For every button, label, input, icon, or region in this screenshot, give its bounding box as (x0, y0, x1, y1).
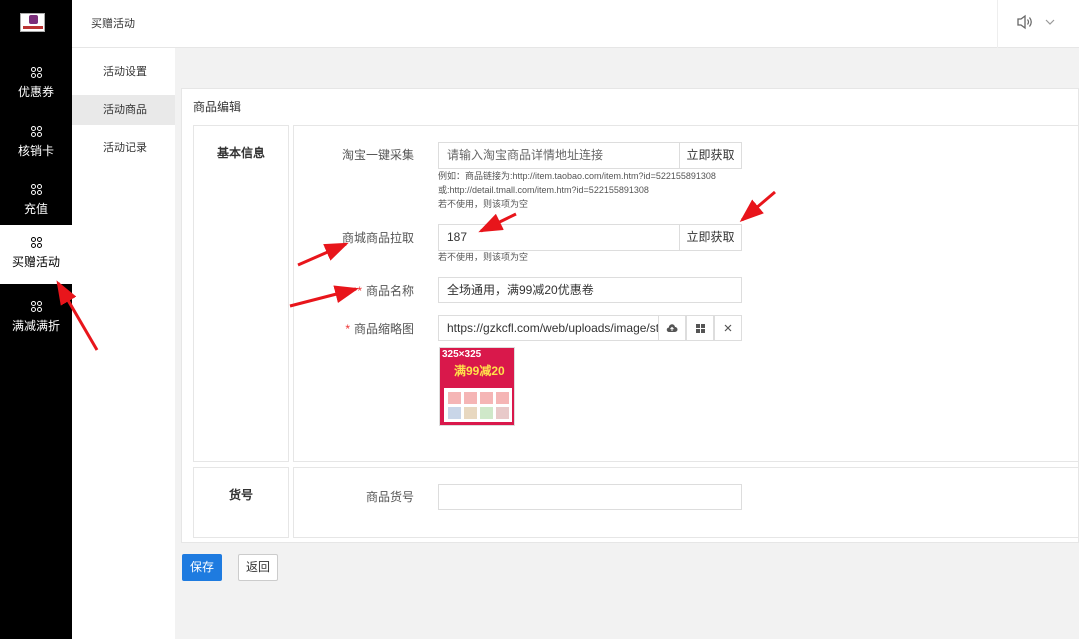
name-label: * 商品名称 (294, 282, 414, 299)
clear-button[interactable] (714, 315, 742, 341)
mall-label: 商城商品拉取 (341, 231, 414, 245)
close-icon (724, 324, 732, 332)
required-mark: * (357, 284, 362, 298)
image-library-button[interactable] (686, 315, 714, 341)
grid-icon (30, 126, 42, 137)
panel-title: 商品编辑 (193, 100, 242, 114)
grid-icon (30, 184, 42, 195)
required-mark: * (345, 322, 350, 336)
logo (20, 13, 45, 32)
back-button[interactable]: 返回 (238, 554, 278, 581)
nav-item-label: 充值 (23, 202, 48, 216)
thumb-url-input[interactable]: https://gzkcfl.com/web/uploads/image/sto (438, 315, 659, 341)
mall-fetch-button[interactable]: 立即获取 (679, 224, 742, 251)
thumb-label-text: 商品缩略图 (353, 322, 414, 336)
taobao-help-3: 若不使用，则该项为空 (438, 199, 529, 209)
sub-menu: 活动设置 活动商品 活动记录 (72, 48, 175, 639)
taobao-label: 淘宝一键采集 (341, 148, 414, 162)
grid-icon (30, 237, 42, 248)
thumb-product-strip (444, 388, 512, 422)
page-title: 买赠活动 (91, 18, 135, 30)
sku-input[interactable] (438, 484, 742, 510)
nav-item-coupon[interactable]: 优惠券 (0, 55, 72, 113)
nav-item-discount[interactable]: 满减满折 (0, 289, 72, 347)
speaker-icon[interactable] (1016, 14, 1034, 30)
main-nav: 优惠券 核销卡 充值 买赠活动 满减满折 (0, 0, 72, 639)
product-name-input[interactable]: 全场通用，满99减20优惠卷 (438, 277, 742, 303)
submenu-item-products[interactable]: 活动商品 (72, 95, 175, 125)
nav-item-gift-activity[interactable]: 买赠活动 (0, 225, 72, 284)
taobao-fetch-button[interactable]: 立即获取 (679, 142, 742, 169)
nav-item-label: 满减满折 (11, 319, 60, 333)
taobao-url-input[interactable]: 请输入淘宝商品详情地址连接 (438, 142, 680, 169)
submenu-item-records[interactable]: 活动记录 (72, 133, 175, 163)
nav-item-label: 核销卡 (17, 144, 54, 158)
top-bar: 买赠活动 (72, 0, 1079, 48)
upload-button[interactable] (658, 315, 686, 341)
grid-icon (695, 324, 705, 333)
chevron-down-icon[interactable] (1045, 17, 1055, 27)
grid-icon (30, 301, 42, 312)
section-label-sku: 货号 (193, 467, 289, 538)
sku-label: 商品货号 (365, 490, 414, 504)
mall-help: 若不使用，则该项为空 (438, 252, 529, 262)
section-label-basic: 基本信息 (193, 125, 289, 462)
mall-product-input[interactable]: 187 (438, 224, 680, 251)
nav-item-recharge[interactable]: 充值 (0, 172, 72, 230)
thumb-promo-text: 满99减20 (454, 364, 505, 378)
divider (997, 0, 998, 48)
thumb-label: * 商品缩略图 (294, 320, 414, 337)
thumb-size-text: 325×325 (442, 349, 482, 360)
submenu-item-settings[interactable]: 活动设置 (72, 57, 175, 87)
taobao-help-2: 或:http://detail.tmall.com/item.htm?id=52… (438, 185, 649, 195)
grid-icon (30, 67, 42, 78)
cloud-upload-icon (666, 324, 678, 332)
save-button[interactable]: 保存 (182, 554, 222, 581)
nav-item-card[interactable]: 核销卡 (0, 114, 72, 172)
nav-item-label: 优惠券 (17, 85, 54, 99)
name-label-text: 商品名称 (365, 284, 414, 298)
taobao-help-1: 例如：商品链接为:http://item.taobao.com/item.htm… (438, 171, 716, 181)
nav-item-label: 买赠活动 (11, 255, 60, 269)
thumbnail-preview: 325×325 满99减20 (439, 347, 515, 426)
